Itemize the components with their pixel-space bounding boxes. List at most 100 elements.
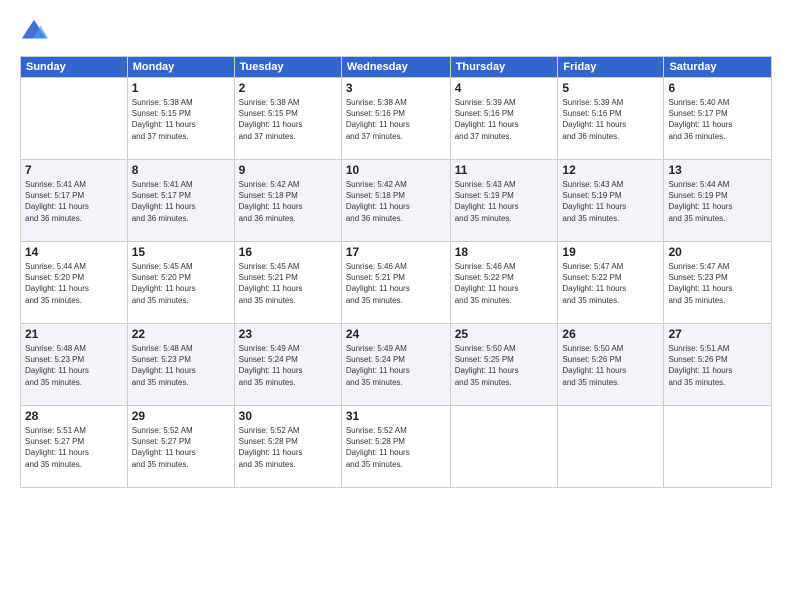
day-number: 19	[562, 245, 659, 259]
day-number: 23	[239, 327, 337, 341]
day-info: Sunrise: 5:45 AM Sunset: 5:21 PM Dayligh…	[239, 261, 337, 306]
week-row-1: 1 Sunrise: 5:38 AM Sunset: 5:15 PM Daylig…	[21, 78, 772, 160]
day-info: Sunrise: 5:39 AM Sunset: 5:16 PM Dayligh…	[455, 97, 554, 142]
day-info: Sunrise: 5:40 AM Sunset: 5:17 PM Dayligh…	[668, 97, 767, 142]
calendar-cell: 27 Sunrise: 5:51 AM Sunset: 5:26 PM Dayli…	[664, 324, 772, 406]
calendar-cell: 1 Sunrise: 5:38 AM Sunset: 5:15 PM Daylig…	[127, 78, 234, 160]
week-row-3: 14Sunrise: 5:44 AM Sunset: 5:20 PM Dayli…	[21, 242, 772, 324]
calendar-cell: 9Sunrise: 5:42 AM Sunset: 5:18 PM Daylig…	[234, 160, 341, 242]
day-info: Sunrise: 5:45 AM Sunset: 5:20 PM Dayligh…	[132, 261, 230, 306]
day-number: 30	[239, 409, 337, 423]
day-number: 25	[455, 327, 554, 341]
calendar-cell: 16 Sunrise: 5:45 AM Sunset: 5:21 PM Dayli…	[234, 242, 341, 324]
day-info: Sunrise: 5:44 AM Sunset: 5:19 PM Dayligh…	[668, 179, 767, 224]
calendar-cell	[21, 78, 128, 160]
day-number: 3	[346, 81, 446, 95]
calendar-cell: 12 Sunrise: 5:43 AM Sunset: 5:19 PM Dayli…	[558, 160, 664, 242]
calendar-cell: 14Sunrise: 5:44 AM Sunset: 5:20 PM Dayli…	[21, 242, 128, 324]
day-info: Sunrise: 5:48 AM Sunset: 5:23 PM Dayligh…	[132, 343, 230, 388]
calendar-cell: 8 Sunrise: 5:41 AM Sunset: 5:17 PM Daylig…	[127, 160, 234, 242]
day-info: Sunrise: 5:50 AM Sunset: 5:26 PM Dayligh…	[562, 343, 659, 388]
day-number: 8	[132, 163, 230, 177]
day-info: Sunrise: 5:51 AM Sunset: 5:26 PM Dayligh…	[668, 343, 767, 388]
day-number: 1	[132, 81, 230, 95]
day-number: 21	[25, 327, 123, 341]
day-number: 13	[668, 163, 767, 177]
calendar-cell: 13 Sunrise: 5:44 AM Sunset: 5:19 PM Dayli…	[664, 160, 772, 242]
calendar-cell: 28 Sunrise: 5:51 AM Sunset: 5:27 PM Dayli…	[21, 406, 128, 488]
day-info: Sunrise: 5:43 AM Sunset: 5:19 PM Dayligh…	[455, 179, 554, 224]
day-number: 11	[455, 163, 554, 177]
day-info: Sunrise: 5:51 AM Sunset: 5:27 PM Dayligh…	[25, 425, 123, 470]
calendar-cell: 23 Sunrise: 5:49 AM Sunset: 5:24 PM Dayli…	[234, 324, 341, 406]
day-info: Sunrise: 5:44 AM Sunset: 5:20 PM Dayligh…	[25, 261, 123, 306]
day-number: 26	[562, 327, 659, 341]
weekday-header-thursday: Thursday	[450, 57, 558, 78]
calendar-cell: 21 Sunrise: 5:48 AM Sunset: 5:23 PM Dayli…	[21, 324, 128, 406]
calendar-cell: 15 Sunrise: 5:45 AM Sunset: 5:20 PM Dayli…	[127, 242, 234, 324]
day-number: 15	[132, 245, 230, 259]
day-number: 12	[562, 163, 659, 177]
week-row-4: 21 Sunrise: 5:48 AM Sunset: 5:23 PM Dayli…	[21, 324, 772, 406]
day-info: Sunrise: 5:47 AM Sunset: 5:22 PM Dayligh…	[562, 261, 659, 306]
day-number: 22	[132, 327, 230, 341]
day-info: Sunrise: 5:47 AM Sunset: 5:23 PM Dayligh…	[668, 261, 767, 306]
logo-icon	[20, 18, 48, 46]
week-row-2: 7Sunrise: 5:41 AM Sunset: 5:17 PM Daylig…	[21, 160, 772, 242]
day-info: Sunrise: 5:41 AM Sunset: 5:17 PM Dayligh…	[132, 179, 230, 224]
calendar-cell	[664, 406, 772, 488]
calendar-cell: 11 Sunrise: 5:43 AM Sunset: 5:19 PM Dayli…	[450, 160, 558, 242]
weekday-header-friday: Friday	[558, 57, 664, 78]
day-info: Sunrise: 5:46 AM Sunset: 5:22 PM Dayligh…	[455, 261, 554, 306]
day-info: Sunrise: 5:41 AM Sunset: 5:17 PM Dayligh…	[25, 179, 123, 224]
calendar-cell: 30 Sunrise: 5:52 AM Sunset: 5:28 PM Dayli…	[234, 406, 341, 488]
calendar-cell	[558, 406, 664, 488]
day-number: 16	[239, 245, 337, 259]
calendar-cell	[450, 406, 558, 488]
day-number: 31	[346, 409, 446, 423]
day-number: 28	[25, 409, 123, 423]
day-number: 5	[562, 81, 659, 95]
calendar-cell: 22 Sunrise: 5:48 AM Sunset: 5:23 PM Dayli…	[127, 324, 234, 406]
day-number: 27	[668, 327, 767, 341]
day-info: Sunrise: 5:52 AM Sunset: 5:28 PM Dayligh…	[239, 425, 337, 470]
calendar-cell: 2Sunrise: 5:38 AM Sunset: 5:15 PM Daylig…	[234, 78, 341, 160]
day-info: Sunrise: 5:49 AM Sunset: 5:24 PM Dayligh…	[239, 343, 337, 388]
day-number: 10	[346, 163, 446, 177]
day-info: Sunrise: 5:52 AM Sunset: 5:28 PM Dayligh…	[346, 425, 446, 470]
day-info: Sunrise: 5:43 AM Sunset: 5:19 PM Dayligh…	[562, 179, 659, 224]
day-number: 29	[132, 409, 230, 423]
calendar-cell: 5Sunrise: 5:39 AM Sunset: 5:16 PM Daylig…	[558, 78, 664, 160]
logo	[20, 18, 52, 46]
day-number: 9	[239, 163, 337, 177]
calendar-cell: 6 Sunrise: 5:40 AM Sunset: 5:17 PM Daylig…	[664, 78, 772, 160]
calendar-cell: 7Sunrise: 5:41 AM Sunset: 5:17 PM Daylig…	[21, 160, 128, 242]
day-number: 6	[668, 81, 767, 95]
weekday-header-row: SundayMondayTuesdayWednesdayThursdayFrid…	[21, 57, 772, 78]
day-info: Sunrise: 5:48 AM Sunset: 5:23 PM Dayligh…	[25, 343, 123, 388]
day-number: 18	[455, 245, 554, 259]
day-number: 4	[455, 81, 554, 95]
day-info: Sunrise: 5:52 AM Sunset: 5:27 PM Dayligh…	[132, 425, 230, 470]
weekday-header-wednesday: Wednesday	[341, 57, 450, 78]
day-number: 2	[239, 81, 337, 95]
day-info: Sunrise: 5:50 AM Sunset: 5:25 PM Dayligh…	[455, 343, 554, 388]
calendar-cell: 25 Sunrise: 5:50 AM Sunset: 5:25 PM Dayli…	[450, 324, 558, 406]
day-number: 17	[346, 245, 446, 259]
calendar-table: SundayMondayTuesdayWednesdayThursdayFrid…	[20, 56, 772, 488]
calendar-cell: 31 Sunrise: 5:52 AM Sunset: 5:28 PM Dayli…	[341, 406, 450, 488]
day-number: 24	[346, 327, 446, 341]
day-info: Sunrise: 5:42 AM Sunset: 5:18 PM Dayligh…	[346, 179, 446, 224]
page: SundayMondayTuesdayWednesdayThursdayFrid…	[0, 0, 792, 612]
day-number: 20	[668, 245, 767, 259]
calendar-cell: 18 Sunrise: 5:46 AM Sunset: 5:22 PM Dayli…	[450, 242, 558, 324]
calendar-cell: 24 Sunrise: 5:49 AM Sunset: 5:24 PM Dayli…	[341, 324, 450, 406]
day-info: Sunrise: 5:38 AM Sunset: 5:15 PM Dayligh…	[132, 97, 230, 142]
calendar-cell: 4 Sunrise: 5:39 AM Sunset: 5:16 PM Daylig…	[450, 78, 558, 160]
day-info: Sunrise: 5:49 AM Sunset: 5:24 PM Dayligh…	[346, 343, 446, 388]
header	[20, 18, 772, 46]
weekday-header-saturday: Saturday	[664, 57, 772, 78]
calendar-cell: 3Sunrise: 5:38 AM Sunset: 5:16 PM Daylig…	[341, 78, 450, 160]
weekday-header-sunday: Sunday	[21, 57, 128, 78]
weekday-header-tuesday: Tuesday	[234, 57, 341, 78]
